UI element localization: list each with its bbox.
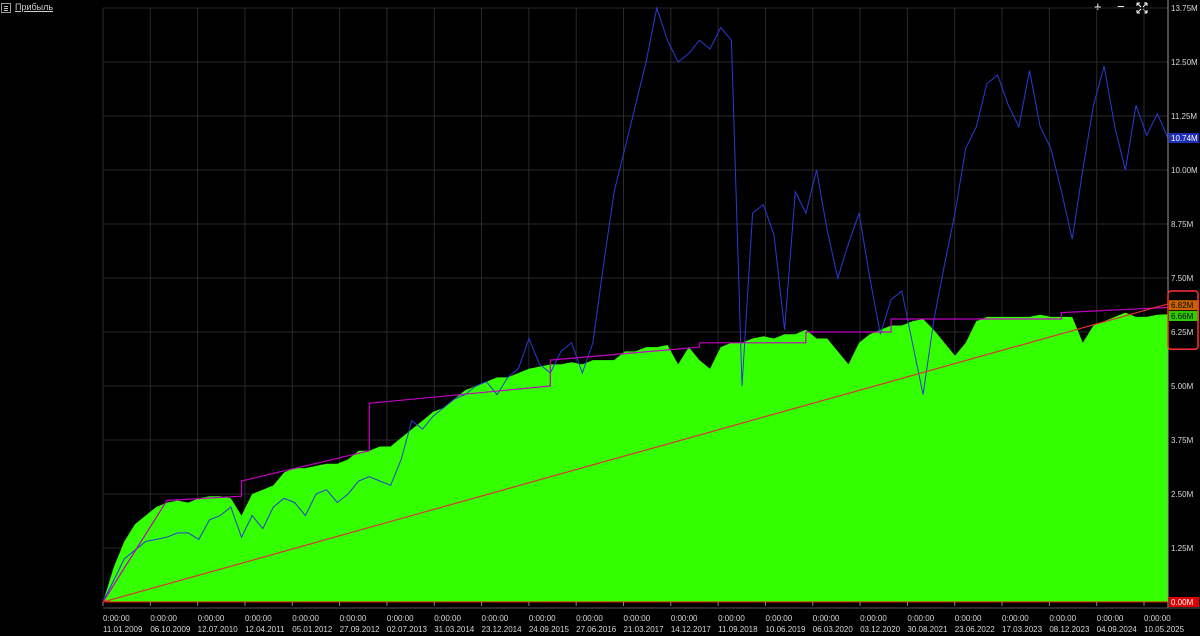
x-tick-time: 0:00:00: [765, 614, 792, 623]
equity-badge-text: 10.74M: [1171, 134, 1198, 143]
y-tick-label: 6.25M: [1171, 328, 1194, 337]
x-tick-label: 30.08.2021: [907, 625, 948, 634]
x-tick-time: 0:00:00: [340, 614, 367, 623]
x-tick-label: 12.04.2011: [245, 625, 285, 634]
x-tick-time: 0:00:00: [624, 614, 651, 623]
x-tick-time: 0:00:00: [718, 614, 745, 623]
x-tick-time: 0:00:00: [1144, 614, 1171, 623]
x-tick-time: 0:00:00: [529, 614, 556, 623]
profit-badge-text: 6.66M: [1171, 312, 1194, 321]
x-tick-label: 27.09.2012: [340, 625, 381, 634]
value-badges: 10.74M 0.00M 6.82M 6.66M: [1167, 133, 1199, 607]
zero-badge-text: 0.00M: [1171, 598, 1194, 607]
x-tick-label: 02.07.2013: [387, 625, 428, 634]
x-tick-label: 21.03.2017: [624, 625, 665, 634]
y-tick-label: 8.75M: [1171, 220, 1194, 229]
x-tick-label: 27.06.2016: [576, 625, 617, 634]
x-tick-label: 03.12.2020: [860, 625, 901, 634]
series-layer: [102, 6, 1169, 603]
x-tick-time: 0:00:00: [955, 614, 982, 623]
y-tick-label: 13.75M: [1171, 4, 1198, 13]
x-tick-label: 11.01.2009: [103, 625, 143, 634]
x-tick-time: 0:00:00: [860, 614, 887, 623]
x-axis: 0:00:00 11.01.2009 0:00:00 06.10.2009 0:00:0…: [102, 602, 1200, 634]
x-tick-time: 0:00:00: [482, 614, 509, 623]
profit-area: [103, 312, 1168, 602]
y-tick-label: 3.75M: [1171, 436, 1194, 445]
x-tick-label: 23.06.2022: [955, 625, 996, 634]
y-tick-label: 7.50M: [1171, 274, 1194, 283]
x-tick-label: 04.09.2024: [1097, 625, 1138, 634]
x-tick-time: 0:00:00: [1049, 614, 1076, 623]
x-tick-label: 05.01.2012: [292, 625, 333, 634]
x-tick-time: 0:00:00: [813, 614, 840, 623]
y-tick-label: 2.50M: [1171, 490, 1194, 499]
y-tick-label: 12.50M: [1171, 58, 1198, 67]
max-badge-text: 6.82M: [1171, 301, 1194, 310]
y-tick-label: 11.25M: [1171, 112, 1197, 121]
x-tick-time: 0:00:00: [292, 614, 319, 623]
x-tick-time: 0:00:00: [150, 614, 177, 623]
profit-chart: 0.00M 1.25M 2.50M 3.75M 5.00M 6.25M 7.50M 8.75M…: [102, 0, 1200, 634]
x-tick-time: 0:00:00: [576, 614, 603, 623]
x-tick-label: 10.06.2019: [765, 625, 806, 634]
x-tick-label: 24.09.2015: [529, 625, 570, 634]
x-tick-time: 0:00:00: [1002, 614, 1029, 623]
y-tick-label: 10.00M: [1171, 166, 1198, 175]
x-tick-time: 0:00:00: [1097, 614, 1124, 623]
x-tick-label: 17.03.2023: [1002, 625, 1043, 634]
x-tick-label: 23.12.2014: [482, 625, 523, 634]
x-tick-time: 0:00:00: [907, 614, 934, 623]
x-tick-label: 31.03.2014: [434, 625, 475, 634]
x-tick-label: 06.03.2020: [813, 625, 854, 634]
x-tick-time: 0:00:00: [198, 614, 225, 623]
x-tick-label: 10.05.2025: [1144, 625, 1185, 634]
x-tick-label: 14.12.2017: [671, 625, 712, 634]
x-tick-label: 08.12.2023: [1049, 625, 1090, 634]
x-tick-label: 12.07.2010: [198, 625, 239, 634]
x-tick-time: 0:00:00: [103, 614, 130, 623]
x-tick-time: 0:00:00: [245, 614, 272, 623]
y-tick-label: 5.00M: [1171, 382, 1194, 391]
x-tick-time: 0:00:00: [434, 614, 461, 623]
y-tick-label: 1.25M: [1171, 544, 1194, 553]
x-tick-label: 11.09.2018: [718, 625, 758, 634]
x-tick-time: 0:00:00: [387, 614, 414, 623]
x-tick-label: 06.10.2009: [150, 625, 191, 634]
x-tick-time: 0:00:00: [671, 614, 698, 623]
